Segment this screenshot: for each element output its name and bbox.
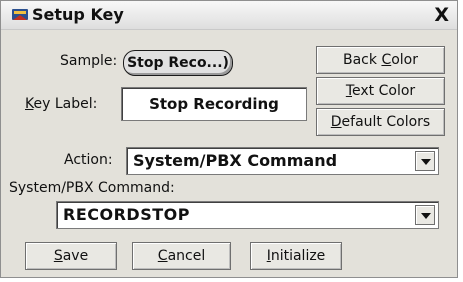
default-colors-label: efault Colors bbox=[341, 114, 431, 130]
default-colors-button[interactable]: Default Colors bbox=[316, 108, 445, 136]
text-color-button[interactable]: Text Color bbox=[316, 77, 445, 105]
action-select-value: System/PBX Command bbox=[133, 151, 338, 170]
key-label-label: Key Label: bbox=[25, 96, 97, 112]
key-label-text: ey Label: bbox=[33, 96, 98, 112]
key-label-input[interactable]: Stop Recording bbox=[121, 87, 307, 121]
back-color-mnemonic: C bbox=[381, 52, 392, 68]
back-color-button[interactable]: Back Color bbox=[316, 46, 445, 74]
back-color-label-post: olor bbox=[391, 52, 418, 68]
command-select-value: RECORDSTOP bbox=[63, 205, 190, 224]
cancel-button[interactable]: Cancel bbox=[132, 242, 231, 270]
title-bar[interactable]: Setup Key X bbox=[1, 1, 457, 30]
setup-key-dialog: Setup Key X Sample: Stop Reco...) Key La… bbox=[0, 0, 458, 278]
save-label: ave bbox=[62, 248, 89, 264]
initialize-label: nitialize bbox=[270, 248, 326, 264]
action-select[interactable]: System/PBX Command bbox=[126, 147, 439, 175]
app-icon bbox=[12, 9, 28, 20]
default-colors-mnemonic: D bbox=[330, 114, 342, 130]
back-color-label-pre: Back bbox=[342, 52, 382, 68]
window-title: Setup Key bbox=[32, 5, 124, 24]
save-button[interactable]: Save bbox=[25, 242, 117, 270]
close-button[interactable]: X bbox=[434, 3, 449, 27]
chevron-down-icon[interactable] bbox=[415, 205, 435, 225]
cancel-mnemonic: C bbox=[157, 248, 168, 264]
sample-label: Sample: bbox=[60, 53, 118, 69]
sample-preview-button[interactable]: Stop Reco...) bbox=[123, 50, 233, 76]
command-select[interactable]: RECORDSTOP bbox=[56, 201, 439, 229]
action-label: Action: bbox=[64, 152, 113, 168]
cancel-label: ancel bbox=[167, 248, 206, 264]
save-mnemonic: S bbox=[53, 248, 63, 264]
chevron-down-icon[interactable] bbox=[415, 151, 435, 171]
initialize-button[interactable]: Initialize bbox=[250, 242, 342, 270]
command-label: System/PBX Command: bbox=[9, 180, 175, 196]
text-color-label: ext Color bbox=[352, 83, 416, 99]
